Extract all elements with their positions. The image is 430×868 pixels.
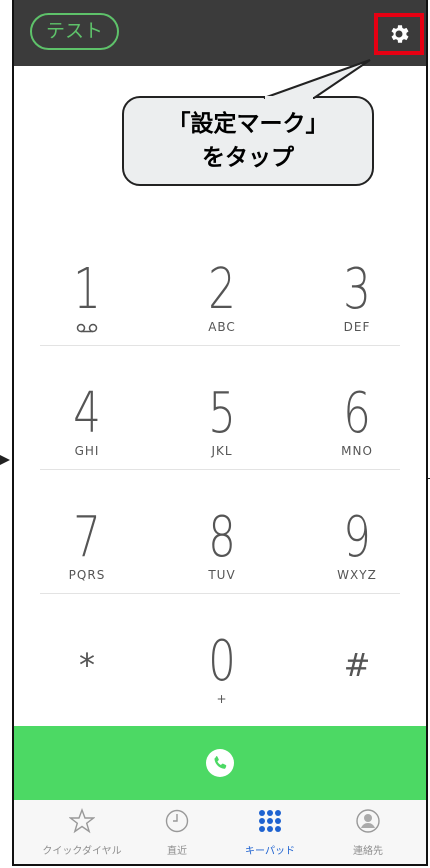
keypad-row: 7 PQRS 8 TUV 9 WXYZ — [14, 470, 426, 594]
key-8[interactable]: 8 TUV — [162, 470, 282, 594]
phone-screen: テスト 「設定マーク」 をタップ 1 2 ABC 3 DEF 4 GHI 5 J… — [12, 0, 428, 866]
key-9[interactable]: 9 WXYZ — [297, 470, 417, 594]
key-letters: MNO — [341, 444, 373, 458]
key-letters: WXYZ — [337, 568, 377, 582]
key-letters: GHI — [74, 444, 100, 458]
tab-label: 直近 — [167, 846, 187, 857]
gear-icon — [391, 25, 409, 43]
keypad-row: 1 2 ABC 3 DEF — [14, 222, 426, 346]
left-arrow-icon — [0, 455, 10, 465]
key-digit: 1 — [73, 257, 101, 322]
key-star[interactable]: * — [27, 594, 147, 718]
key-digit: 2 — [208, 257, 236, 322]
key-digit: * — [79, 646, 95, 684]
key-2[interactable]: 2 ABC — [162, 222, 282, 346]
voicemail-icon — [76, 323, 98, 333]
key-digit: 5 — [208, 381, 236, 446]
key-digit: 6 — [343, 381, 371, 446]
callout-tail — [263, 59, 371, 100]
tab-label: クイックダイヤル — [42, 846, 122, 857]
tab-bar: クイックダイヤル 直近 キーパッド 連絡先 — [14, 800, 426, 864]
key-digit: 7 — [73, 505, 101, 570]
keypad: 1 2 ABC 3 DEF 4 GHI 5 JKL 6 MNO 7 PQRS 8… — [14, 222, 426, 718]
tab-label: キーパッド — [245, 846, 295, 857]
key-digit: 9 — [343, 505, 371, 570]
key-hash[interactable]: # — [297, 594, 417, 718]
tab-contacts[interactable]: 連絡先 — [318, 808, 418, 857]
key-0[interactable]: 0 + — [162, 594, 282, 718]
tab-quick-dial[interactable]: クイックダイヤル — [32, 808, 132, 857]
key-letters: + — [216, 692, 228, 706]
key-6[interactable]: 6 MNO — [297, 346, 417, 470]
tab-label: 連絡先 — [353, 846, 383, 857]
key-digit: 3 — [343, 257, 371, 322]
instruction-callout: 「設定マーク」 をタップ — [122, 96, 374, 186]
tab-keypad[interactable]: キーパッド — [220, 808, 320, 857]
key-1[interactable]: 1 — [27, 222, 147, 346]
key-4[interactable]: 4 GHI — [27, 346, 147, 470]
keypad-grid-icon — [259, 810, 281, 832]
keypad-row: 4 GHI 5 JKL 6 MNO — [14, 346, 426, 470]
key-digit: 0 — [208, 629, 236, 694]
keypad-row: * 0 + # — [14, 594, 426, 718]
phone-icon — [206, 749, 234, 777]
key-letters: JKL — [211, 444, 233, 458]
key-letters: TUV — [208, 568, 236, 582]
star-icon — [68, 808, 96, 834]
key-digit: # — [343, 646, 371, 684]
key-letters: DEF — [343, 320, 371, 334]
key-letters: PQRS — [68, 568, 106, 582]
callout-line-1: 「設定マーク」 — [167, 111, 329, 137]
key-7[interactable]: 7 PQRS — [27, 470, 147, 594]
settings-button[interactable] — [374, 13, 424, 55]
call-button[interactable] — [14, 726, 426, 800]
contact-icon — [356, 809, 380, 833]
key-digit: 8 — [208, 505, 236, 570]
clock-icon — [165, 809, 189, 833]
key-3[interactable]: 3 DEF — [297, 222, 417, 346]
key-letters: ABC — [208, 320, 236, 334]
key-digit: 4 — [73, 381, 101, 446]
tab-recents[interactable]: 直近 — [127, 808, 227, 857]
callout-line-2: をタップ — [202, 145, 294, 171]
test-button[interactable]: テスト — [30, 13, 120, 50]
key-5[interactable]: 5 JKL — [162, 346, 282, 470]
